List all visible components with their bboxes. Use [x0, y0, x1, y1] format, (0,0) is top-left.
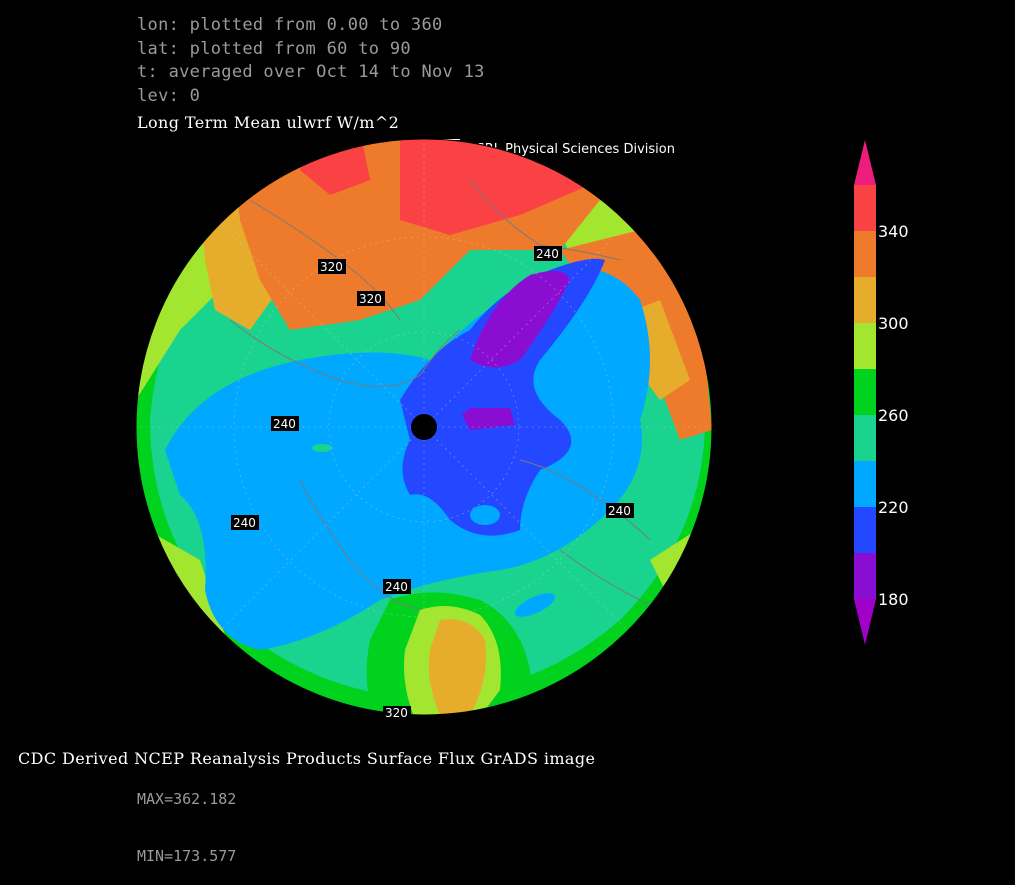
colorbar-top-arrow [854, 140, 876, 185]
colorbar-tick: 300 [878, 314, 909, 333]
contour-label: 240 [534, 246, 562, 261]
colorbar: 340 300 260 220 180 [854, 140, 909, 645]
colorbar-tick: 260 [878, 406, 909, 425]
contour-label: 320 [318, 259, 346, 274]
max-value: MAX=362.182 [137, 790, 237, 808]
svg-text:240: 240 [233, 516, 256, 530]
colorbar-tick: 340 [878, 222, 909, 241]
map-figure: 320 320 240 240 240 240 240 320 340 300 … [135, 138, 909, 720]
contour-label: 240 [383, 579, 411, 594]
contour-label: 320 [357, 291, 385, 306]
svg-text:240: 240 [385, 580, 408, 594]
contour-label: 240 [271, 416, 299, 431]
svg-text:240: 240 [536, 247, 559, 261]
svg-text:320: 320 [359, 292, 382, 306]
svg-text:240: 240 [608, 504, 631, 518]
svg-text:320: 320 [385, 706, 408, 720]
contour-label: 240 [606, 503, 634, 518]
colorbar-tick: 220 [878, 498, 909, 517]
colorbar-bottom-arrow [854, 599, 876, 645]
svg-text:320: 320 [320, 260, 343, 274]
svg-text:240: 240 [273, 417, 296, 431]
footer-caption: CDC Derived NCEP Reanalysis Products Sur… [18, 749, 596, 768]
contour-label: 320 [383, 706, 411, 720]
max-min-readout: MAX=362.182 MIN=173.577 [137, 752, 236, 885]
pole-marker [411, 414, 437, 440]
colorbar-tick: 180 [878, 590, 909, 609]
min-value: MIN=173.577 [137, 847, 237, 865]
contour-label: 240 [231, 515, 259, 530]
